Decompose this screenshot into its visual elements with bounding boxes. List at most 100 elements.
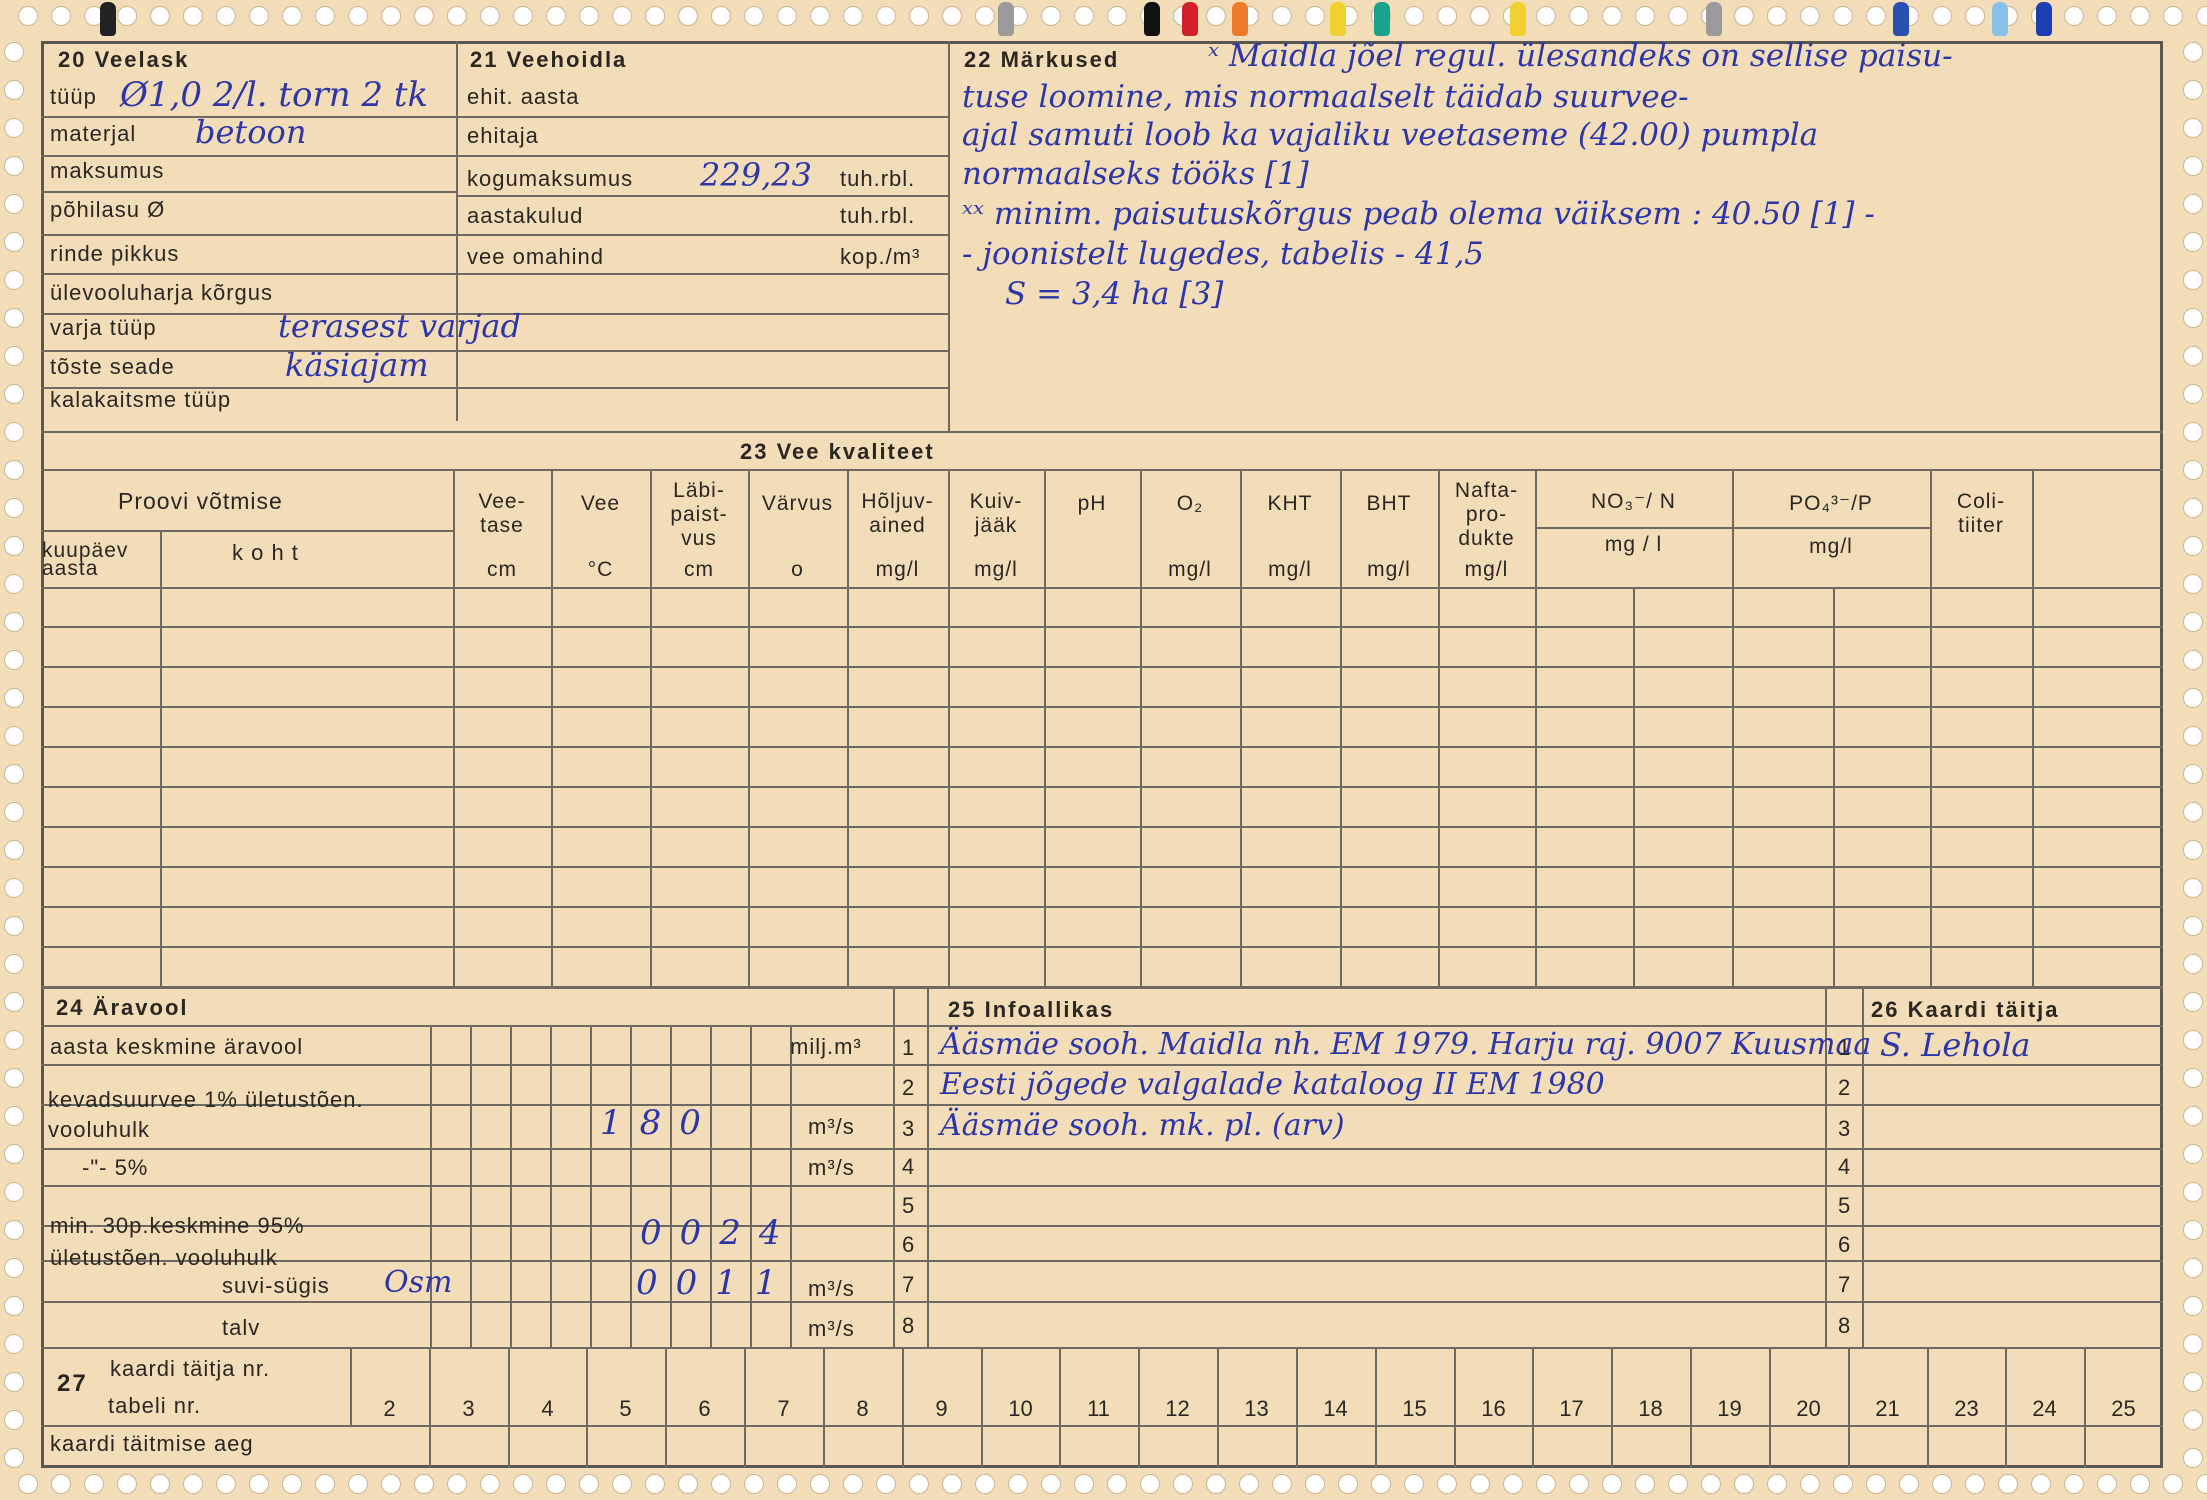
data-row-line [41, 746, 2163, 748]
punch-hole [579, 1474, 599, 1494]
punch-hole [4, 1182, 24, 1202]
column-header: O₂ [1176, 492, 1204, 515]
punch-hole [546, 6, 566, 26]
row-line [41, 155, 456, 157]
punch-hole [2163, 1474, 2183, 1494]
punch-hole [4, 1068, 24, 1088]
punch-hole [1074, 1474, 1094, 1494]
punch-hole [1833, 6, 1853, 26]
color-tab [1330, 2, 1346, 36]
color-tab [1182, 2, 1198, 36]
row-number: 2 [902, 1075, 915, 1100]
punch-hole [975, 1474, 995, 1494]
color-tab [1232, 2, 1248, 36]
row-line [41, 350, 948, 352]
punch-hole [2163, 6, 2183, 26]
divider-21-22 [948, 41, 950, 433]
punch-hole [2183, 802, 2203, 822]
column-header: Hõljuv- ained [861, 490, 934, 537]
num-col-line [927, 987, 929, 1347]
punch-hole [645, 1474, 665, 1494]
field-label: tõste seade [50, 354, 175, 379]
data-row-line [41, 986, 2163, 988]
punch-hole [2183, 156, 2203, 176]
data-row-line [41, 626, 2163, 628]
punch-hole [249, 1474, 269, 1494]
punch-hole [4, 1030, 24, 1050]
section27-number: 27 [57, 1370, 88, 1397]
punch-hole [4, 156, 24, 176]
punch-hole [1041, 6, 1061, 26]
remark-line: normaalseks tööks [1] [962, 156, 1309, 192]
punch-hole [2183, 1182, 2203, 1202]
punch-hole [876, 6, 896, 26]
table-number: 13 [1244, 1396, 1269, 1421]
field-label: kogumaksumus [467, 166, 634, 191]
punch-hole [2196, 6, 2207, 26]
row-number: 8 [1838, 1313, 1851, 1338]
row-line [1825, 1260, 2163, 1262]
punch-hole [4, 194, 24, 214]
punch-hole [4, 688, 24, 708]
col-line [2032, 469, 2034, 987]
section23-title: 23 Vee kvaliteet [740, 439, 935, 464]
column-header: Vee [580, 492, 621, 515]
punch-hole [282, 6, 302, 26]
punch-hole [1404, 6, 1424, 26]
row-number: 1 [1838, 1035, 1851, 1060]
row-line [458, 116, 948, 118]
punch-hole [414, 6, 434, 26]
data-row-line [41, 666, 2163, 668]
table-number: 8 [856, 1396, 869, 1421]
table-number: 23 [1954, 1396, 1979, 1421]
punch-hole [1536, 1474, 1556, 1494]
color-tab [1706, 2, 1722, 36]
punch-hole [2183, 1106, 2203, 1126]
punch-hole [1239, 1474, 1259, 1494]
remark-line: ˣ Maidla jõel regul. ülesandeks on selli… [1208, 38, 1953, 74]
koht-label: k o h t [232, 540, 299, 565]
punch-hole [84, 1474, 104, 1494]
column-header: KHT [1267, 492, 1313, 515]
punch-hole [1536, 6, 1556, 26]
section25-title: 25 Infoallikas [948, 997, 1115, 1022]
punch-hole [2196, 1474, 2207, 1494]
punch-hole [51, 1474, 71, 1494]
punch-hole [1668, 1474, 1688, 1494]
data-row-line [41, 866, 2163, 868]
column-header: PO₄³⁻/P [1789, 492, 1873, 515]
table-number: 16 [1481, 1396, 1506, 1421]
table-number: 5 [619, 1396, 632, 1421]
filler-name: S. Lehola [1880, 1026, 2031, 1064]
column-unit: mg/l [1168, 558, 1212, 581]
remark-line: ajal samuti loob ka vajaliku veetaseme (… [962, 117, 1819, 153]
table-number: 3 [462, 1396, 475, 1421]
field-label: ehitaja [467, 123, 539, 148]
row-line [1825, 1148, 2163, 1150]
punch-hole [315, 6, 335, 26]
punch-hole [4, 992, 24, 1012]
punch-hole [18, 1474, 38, 1494]
punch-hole [1206, 1474, 1226, 1494]
table-number: 9 [935, 1396, 948, 1421]
field-label: rinde pikkus [50, 241, 180, 266]
col-line [1340, 469, 1342, 987]
punch-hole [4, 1220, 24, 1240]
punch-hole [381, 6, 401, 26]
field-label: kaardi täitja nr. [110, 1356, 271, 1381]
kuupaev-label: kuupäev aasta [42, 539, 129, 580]
row-number: 6 [1838, 1232, 1851, 1257]
punch-hole [843, 6, 863, 26]
row-number: 7 [902, 1272, 915, 1297]
punch-hole [1107, 1474, 1127, 1494]
punch-hole [51, 6, 71, 26]
punch-hole [2183, 1448, 2203, 1468]
field-label: aasta keskmine äravool [50, 1034, 304, 1059]
data-row-line [41, 826, 2163, 828]
field-label: ülevooluharja kõrgus [50, 280, 274, 305]
field-label: ehit. aasta [467, 84, 580, 109]
punch-hole [150, 1474, 170, 1494]
punch-hole [1041, 1474, 1061, 1494]
punch-hole [282, 1474, 302, 1494]
punch-hole [1008, 1474, 1028, 1494]
